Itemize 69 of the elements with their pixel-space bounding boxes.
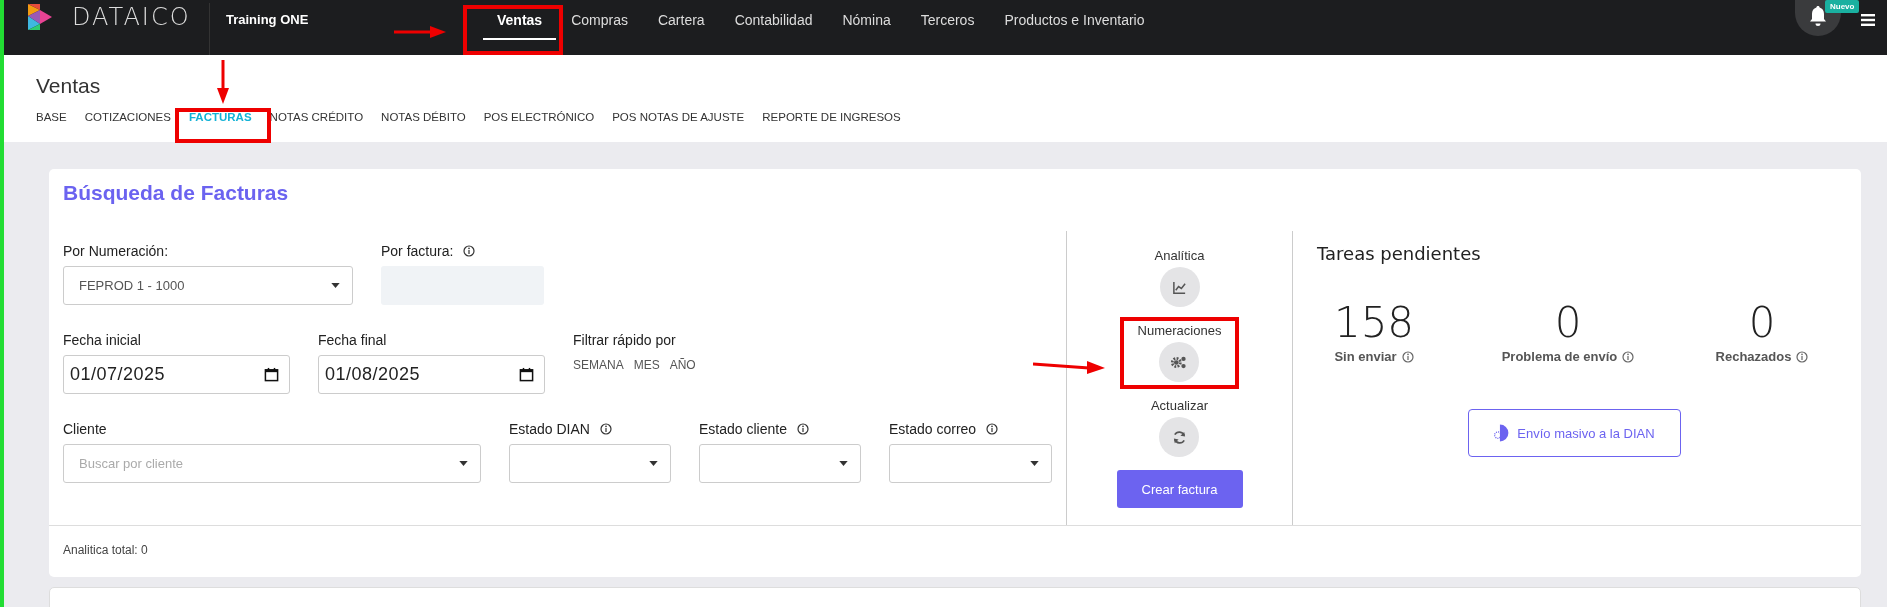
field-label: Estado correo <box>889 421 977 437</box>
analytics-button[interactable] <box>1159 267 1200 307</box>
dropdown-field[interactable] <box>699 444 861 483</box>
arrow-annotation <box>217 60 229 104</box>
calendar-icon <box>264 367 279 382</box>
caret-icon <box>839 461 848 466</box>
pending-tasks-title: Tareas pendientes <box>1317 243 1482 264</box>
calendar-icon <box>519 367 534 382</box>
field-label: Fecha inicial <box>63 332 141 348</box>
caret-icon <box>649 461 658 466</box>
caret-icon <box>1030 461 1039 466</box>
nav-link[interactable]: Cartera <box>657 0 705 43</box>
section-tab[interactable]: NOTAS DÉBITO <box>381 111 466 123</box>
date-field[interactable]: 01/07/2025 <box>63 355 290 394</box>
dropdown-field[interactable] <box>509 444 671 483</box>
field-label: Estado cliente <box>699 421 787 437</box>
numbering-settings-button[interactable] <box>1159 342 1200 382</box>
action-label: Analítica <box>1154 248 1205 263</box>
section-tab[interactable]: POS ELECTRÓNICO <box>483 111 595 123</box>
info-icon <box>1796 350 1809 363</box>
stat-label: Problema de envío <box>1501 349 1618 364</box>
nav-link[interactable]: Productos e Inventario <box>1004 0 1145 43</box>
card-title: Búsqueda de Facturas <box>63 181 290 206</box>
dropdown-field[interactable]: FEPROD 1 - 1000 <box>63 266 353 305</box>
stat-value: 158 <box>1333 298 1415 347</box>
menu-icon[interactable] <box>1861 14 1875 26</box>
caret-icon <box>331 283 340 288</box>
new-badge: Nuevo <box>1825 0 1860 13</box>
field-label: Filtrar rápido por <box>573 332 676 348</box>
info-icon <box>1401 350 1414 363</box>
analytics-total: Analitica total: 0 <box>62 542 149 559</box>
arrow-annotation <box>1033 360 1105 374</box>
nav-link[interactable]: Contabilidad <box>734 0 813 43</box>
field-label: Estado DIAN <box>509 421 590 437</box>
quick-filter-link[interactable]: SEMANA <box>573 358 624 372</box>
create-invoice-button[interactable]: Crear factura <box>1116 470 1243 508</box>
stat-label: Rechazados <box>1715 349 1792 364</box>
section-tab[interactable]: COTIZACIONES <box>84 111 171 123</box>
send-icon <box>1494 424 1510 442</box>
field-label: Cliente <box>63 421 107 437</box>
stat-value: 0 <box>1748 298 1776 347</box>
arrow-annotation <box>394 26 446 38</box>
quick-filter-link[interactable]: MES <box>633 358 660 372</box>
quick-filter-link[interactable]: AÑO <box>669 358 696 372</box>
date-field[interactable]: 01/08/2025 <box>318 355 545 394</box>
refresh-icon <box>1172 429 1187 445</box>
section-tab[interactable]: POS NOTAS DE AJUSTE <box>612 111 745 123</box>
field-label: Por Numeración: <box>63 243 169 259</box>
company-name: Training ONE <box>226 12 310 27</box>
refresh-button[interactable] <box>1159 417 1200 457</box>
caret-icon <box>459 461 468 466</box>
field-label: Fecha final <box>318 332 387 348</box>
bulk-send-button[interactable]: Envío masivo a la DIAN <box>1468 409 1681 457</box>
stat-value: 0 <box>1554 298 1582 347</box>
section-tab[interactable]: BASE <box>36 111 67 123</box>
gears-icon <box>1170 354 1189 370</box>
nav-link[interactable]: Terceros <box>920 0 975 43</box>
dropdown-field[interactable] <box>889 444 1052 483</box>
info-icon <box>1622 350 1635 363</box>
page-title: Ventas <box>36 74 101 98</box>
nav-link[interactable]: Compras <box>571 0 628 43</box>
field-label: Por factura: <box>381 243 454 259</box>
nav-link[interactable]: Ventas <box>483 0 557 40</box>
chart-icon <box>1172 279 1187 295</box>
action-label: Numeraciones <box>1137 323 1222 338</box>
stat-label: Sin enviar <box>1334 349 1397 364</box>
action-label: Actualizar <box>1150 398 1209 413</box>
section-tab[interactable]: REPORTE DE INGRESOS <box>762 111 901 123</box>
nav-link[interactable]: Nómina <box>842 0 891 43</box>
